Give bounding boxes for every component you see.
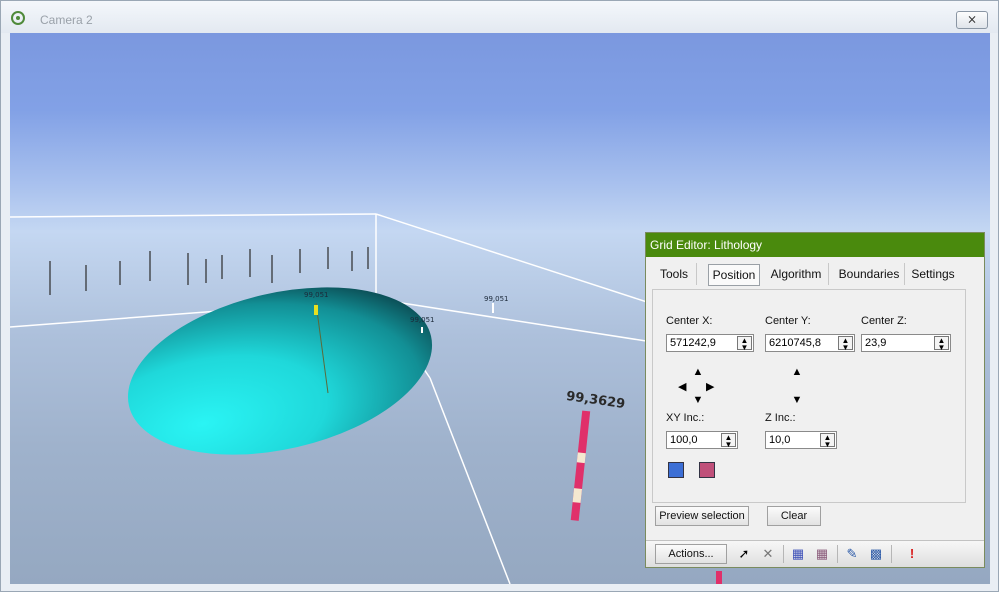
move-north-icon[interactable]: ▲ xyxy=(692,366,704,378)
xy-inc-spinner[interactable]: ▲ ▼ xyxy=(721,433,736,449)
toolbar-separator xyxy=(837,545,838,563)
z-inc-field[interactable]: ▲▼ xyxy=(765,431,837,449)
scene-label: 99,051 xyxy=(410,316,435,324)
center-z-label: Center Z: xyxy=(861,315,907,327)
z-inc-input[interactable] xyxy=(766,432,820,448)
xy-inc-field[interactable]: ▲▼ xyxy=(666,431,738,449)
well-log-pipe[interactable] xyxy=(570,410,591,521)
tab-settings[interactable]: Settings xyxy=(910,263,956,285)
bottom-toolbar: Actions... ➚ ✕ ▦ ▦ ✎ ▩ ! xyxy=(646,540,984,567)
center-z-input[interactable] xyxy=(862,335,934,351)
scene-label: 99,051 xyxy=(304,291,329,299)
center-x-spinner[interactable]: ▲ ▼ xyxy=(737,336,752,352)
move-up-icon[interactable]: ▲ xyxy=(791,366,803,378)
camera-window: Camera 2 ⨯ 99,051 99,051 99,051 99,3629 … xyxy=(0,0,999,592)
tab-algorithm[interactable]: Algorithm xyxy=(764,263,829,285)
grid-fill-icon[interactable]: ▩ xyxy=(868,546,884,562)
grid-editor-panel: Grid Editor: Lithology Tools Position Al… xyxy=(645,232,985,568)
title-bar: Camera 2 ⨯ xyxy=(1,1,998,33)
center-x-label: Center X: xyxy=(666,315,713,327)
move-east-icon[interactable]: ▶ xyxy=(706,380,714,393)
move-south-icon[interactable]: ▼ xyxy=(692,394,704,406)
window-title: Camera 2 xyxy=(40,13,93,27)
deselect-cells-icon[interactable] xyxy=(699,462,715,478)
select-cells-icon[interactable] xyxy=(668,462,684,478)
center-y-spinner[interactable]: ▲ ▼ xyxy=(838,336,853,352)
toolbar-separator xyxy=(783,545,784,563)
z-inc-spinner[interactable]: ▲ ▼ xyxy=(820,433,835,449)
alert-icon[interactable]: ! xyxy=(904,546,920,562)
xy-inc-label: XY Inc.: xyxy=(666,412,705,424)
preview-selection-button[interactable]: Preview selection xyxy=(655,506,749,526)
app-logo-icon xyxy=(11,11,25,25)
center-y-input[interactable] xyxy=(766,335,838,351)
scene-label: 99,051 xyxy=(484,295,509,303)
well-marker xyxy=(314,305,318,315)
move-down-icon[interactable]: ▼ xyxy=(791,394,803,406)
xy-inc-input[interactable] xyxy=(667,432,721,448)
center-z-spinner[interactable]: ▲ ▼ xyxy=(934,336,949,352)
center-x-input[interactable] xyxy=(667,335,737,351)
clear-button[interactable]: Clear xyxy=(767,506,821,526)
z-inc-label: Z Inc.: xyxy=(765,412,796,424)
lithology-ellipsoid[interactable] xyxy=(111,260,448,482)
center-z-field[interactable]: ▲▼ xyxy=(861,334,951,352)
select-cells-icon[interactable]: ▦ xyxy=(790,546,806,562)
move-west-icon[interactable]: ◀ xyxy=(678,380,686,393)
close-button[interactable]: ⨯ xyxy=(956,11,988,29)
center-x-field[interactable]: ▲▼ xyxy=(666,334,754,352)
panel-title: Grid Editor: Lithology xyxy=(646,233,984,257)
tab-position[interactable]: Position xyxy=(708,264,760,286)
delete-icon[interactable]: ✕ xyxy=(760,546,776,562)
toolbar-separator xyxy=(891,545,892,563)
well-log-pipe-2 xyxy=(716,571,722,584)
actions-button[interactable]: Actions... xyxy=(655,544,727,564)
tab-boundaries[interactable]: Boundaries xyxy=(834,263,905,285)
tab-tools[interactable]: Tools xyxy=(652,263,697,285)
position-tab-content: Center X: ▲▼ Center Y: ▲▼ Center Z: ▲▼ ▲… xyxy=(652,289,966,503)
center-y-label: Center Y: xyxy=(765,315,811,327)
center-y-field[interactable]: ▲▼ xyxy=(765,334,855,352)
deselect-cells-icon[interactable]: ▦ xyxy=(814,546,830,562)
pointer-icon[interactable]: ➚ xyxy=(736,546,752,562)
picker-icon[interactable]: ✎ xyxy=(844,546,860,562)
